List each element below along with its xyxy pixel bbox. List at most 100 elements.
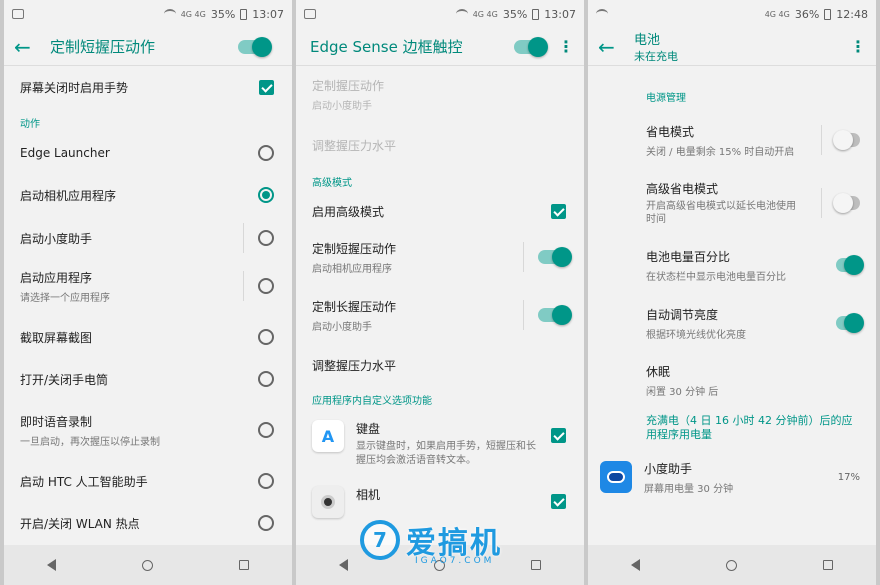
nav-bar [588,545,876,585]
nav-recents-icon[interactable] [531,560,541,570]
camera-row[interactable]: 相机 [296,478,584,518]
battery-percent-row[interactable]: 电池电量百分比 在状态栏中显示电池电量百分比 [588,236,876,294]
keyboard-row[interactable]: A 键盘 显示键盘时，如果启用手势，短握压和长握压均会激活语音转文本。 [296,412,584,478]
option-label: Edge Launcher [20,146,110,160]
sleep-label: 休眠 [646,364,671,379]
nav-back-icon[interactable] [631,559,640,571]
custom-grip-label: 定制握压动作 [312,78,385,93]
nav-bar [4,545,292,585]
signal-label: 4G 4G [472,9,498,19]
option-label: 启动小度助手 [20,231,93,246]
short-grip-row[interactable]: 定制短握压动作 启动相机应用程序 [296,228,584,286]
option-radio-selected[interactable] [258,187,274,203]
back-arrow-icon[interactable]: ← [598,35,634,59]
option-label: 启动应用程序 [20,270,93,285]
battery-percent-label: 电池电量百分比 [646,249,731,264]
auto-brightness-toggle[interactable] [836,313,864,333]
enable-advanced-row[interactable]: 启用高级模式 [296,194,584,228]
option-row[interactable]: Edge Launcher [4,136,292,170]
battery-icon [240,8,248,20]
keyboard-sub: 显示键盘时，如果启用手势，短握压和长握压均会激活语音转文本。 [356,441,536,466]
custom-grip-row: 定制握压动作 启动小度助手 [296,66,584,122]
gesture-screen-off-checkbox[interactable] [259,79,274,95]
section-in-app: 应用程序内自定义选项功能 [312,395,432,407]
long-grip-toggle[interactable] [538,305,572,325]
master-toggle[interactable] [238,36,272,57]
panel-battery: 4G 4G 36% 12:48 ← 电池 未在充电 ⋮ 电源管理 省电模式 关闭… [588,0,876,585]
option-radio[interactable] [258,422,274,438]
battery-percent-toggle[interactable] [836,255,864,275]
option-row[interactable]: 启动相机应用程序 [4,170,292,220]
nav-recents-icon[interactable] [823,560,833,570]
clock: 12:48 [836,7,868,21]
app-usage-row[interactable]: 小度助手 屏幕用电量 30 分钟 17% [588,448,876,506]
nav-recents-icon[interactable] [239,560,249,570]
option-row[interactable]: 即时语音录制 一旦启动，再次握压以停止录制 [4,400,292,460]
option-radio[interactable] [258,329,274,345]
option-radio[interactable] [258,145,274,161]
option-radio[interactable] [258,230,274,246]
option-radio[interactable] [258,473,274,489]
gesture-screen-off-row[interactable]: 屏幕关闭时启用手势 [4,66,292,108]
option-row[interactable]: 启动 HTC 人工智能助手 [4,460,292,502]
master-toggle[interactable] [514,36,548,57]
custom-grip-sub: 启动小度助手 [312,100,372,112]
overflow-menu-icon[interactable]: ⋮ [558,37,574,56]
enable-advanced-label: 启用高级模式 [312,204,385,219]
advanced-saver-toggle[interactable] [833,193,860,213]
advanced-saver-sub: 开启高级省电模式以延长电池使用时间 [646,201,796,225]
option-row[interactable]: 开启/关闭 WLAN 热点 [4,502,292,544]
option-radio[interactable] [258,278,274,294]
enable-advanced-checkbox[interactable] [551,203,566,219]
app-usage-label: 小度助手 [644,461,693,476]
battery-icon [824,8,832,20]
keyboard-app-icon: A [312,420,344,452]
option-radio[interactable] [258,515,274,531]
divider [523,242,524,272]
advanced-saver-row[interactable]: 高级省电模式 开启高级省电模式以延长电池使用时间 [588,170,876,236]
option-row[interactable]: 打开/关闭手电筒 [4,358,292,400]
power-saver-row[interactable]: 省电模式 关闭 / 电量剩余 15% 时自动开启 [588,110,876,170]
option-sub: 请选择一个应用程序 [20,292,110,304]
power-saver-sub: 关闭 / 电量剩余 15% 时自动开启 [646,146,795,158]
wifi-icon [596,9,608,19]
nav-back-icon[interactable] [47,559,56,571]
wifi-icon [455,9,468,19]
auto-brightness-label: 自动调节亮度 [646,307,719,322]
auto-brightness-row[interactable]: 自动调节亮度 根据环境光线优化亮度 [588,294,876,352]
option-label: 启动 HTC 人工智能助手 [20,474,148,489]
wifi-icon [163,9,176,19]
battery-percent-sub: 在状态栏中显示电池电量百分比 [646,271,786,283]
adjust-grip-row[interactable]: 调整握压力水平 [296,344,584,386]
advanced-saver-label: 高级省电模式 [646,182,719,196]
overflow-menu-icon[interactable]: ⋮ [850,37,866,56]
page-title: 定制短握压动作 [50,38,156,56]
short-grip-toggle[interactable] [538,247,572,267]
option-row[interactable]: 启动小度助手 [4,220,292,256]
long-grip-row[interactable]: 定制长握压动作 启动小度助手 [296,286,584,344]
keyboard-checkbox[interactable] [551,428,566,443]
back-arrow-icon[interactable]: ← [14,35,50,59]
sleep-row[interactable]: 休眠 闲置 30 分钟 后 [588,352,876,408]
auto-brightness-sub: 根据环境光线优化亮度 [646,329,746,341]
grip-level-label: 调整握压力水平 [312,138,397,153]
status-bar: 4G 4G 35% 13:07 [4,0,292,28]
divider [243,223,244,253]
xiaodu-assistant-icon [600,461,632,493]
nav-home-icon[interactable] [142,559,153,571]
option-sub: 一旦启动，再次握压以停止录制 [20,436,160,448]
power-saver-toggle[interactable] [833,130,860,150]
option-label: 即时语音录制 [20,414,93,429]
nav-home-icon[interactable] [726,559,737,571]
clock: 13:07 [252,7,284,21]
option-row[interactable]: 截取屏幕截图 [4,316,292,358]
option-label: 启动相机应用程序 [20,188,117,203]
clock: 13:07 [544,7,576,21]
option-row[interactable]: 启动应用程序 请选择一个应用程序 [4,256,292,316]
camera-checkbox[interactable] [551,494,566,509]
page-title: 电池 [634,33,661,48]
nav-back-icon[interactable] [339,559,348,571]
camera-app-icon [312,486,344,518]
signal-label: 4G 4G [180,9,206,19]
option-radio[interactable] [258,371,274,387]
